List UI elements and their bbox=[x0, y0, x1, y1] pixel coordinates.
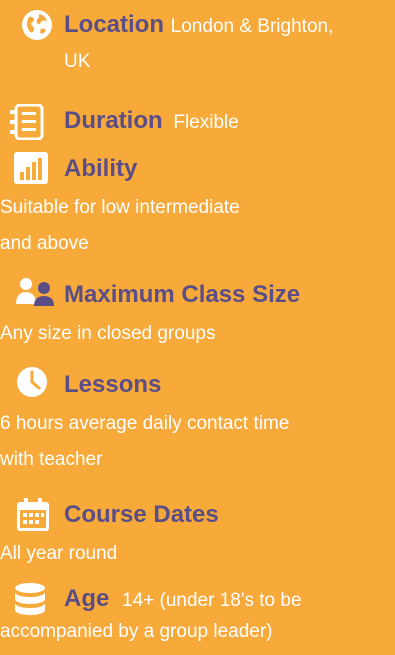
course-dates-desc: All year round bbox=[0, 543, 118, 564]
location-value: London & Brighton, bbox=[170, 16, 334, 37]
class-size-desc: Any size in closed groups bbox=[0, 323, 216, 344]
age-label: Age 14+ (under 18's to be bbox=[64, 584, 302, 614]
calendar-icon bbox=[17, 498, 49, 531]
location-label: Location London & Brighton, bbox=[64, 10, 333, 40]
clock-icon bbox=[17, 367, 47, 397]
ability-title: Ability bbox=[64, 155, 138, 182]
location-title: Location bbox=[64, 11, 164, 38]
course-info-panel: Location London & Brighton, UK Duration … bbox=[0, 0, 395, 655]
lessons-title: Lessons bbox=[64, 371, 162, 398]
duration-value: Flexible bbox=[173, 112, 239, 133]
lessons-desc-line1: 6 hours average daily contact time bbox=[0, 413, 290, 434]
globe-icon bbox=[22, 10, 52, 40]
duration-title: Duration bbox=[64, 107, 163, 134]
duration-label: Duration Flexible bbox=[64, 106, 239, 136]
age-value: 14+ (under 18's to be bbox=[122, 590, 302, 611]
list-icon bbox=[10, 104, 44, 140]
ability-desc-line2: and above bbox=[0, 233, 89, 254]
ability-desc-line1: Suitable for low intermediate bbox=[0, 197, 240, 218]
location-value-cont: UK bbox=[64, 51, 91, 72]
course-dates-title: Course Dates bbox=[64, 501, 219, 528]
lessons-desc-line2: with teacher bbox=[0, 449, 103, 470]
people-icon bbox=[16, 278, 54, 306]
class-size-title: Maximum Class Size bbox=[64, 281, 301, 308]
age-desc: accompanied by a group leader) bbox=[0, 621, 273, 642]
database-icon bbox=[15, 583, 45, 615]
age-title: Age bbox=[64, 585, 110, 612]
bar-chart-icon bbox=[14, 152, 48, 184]
